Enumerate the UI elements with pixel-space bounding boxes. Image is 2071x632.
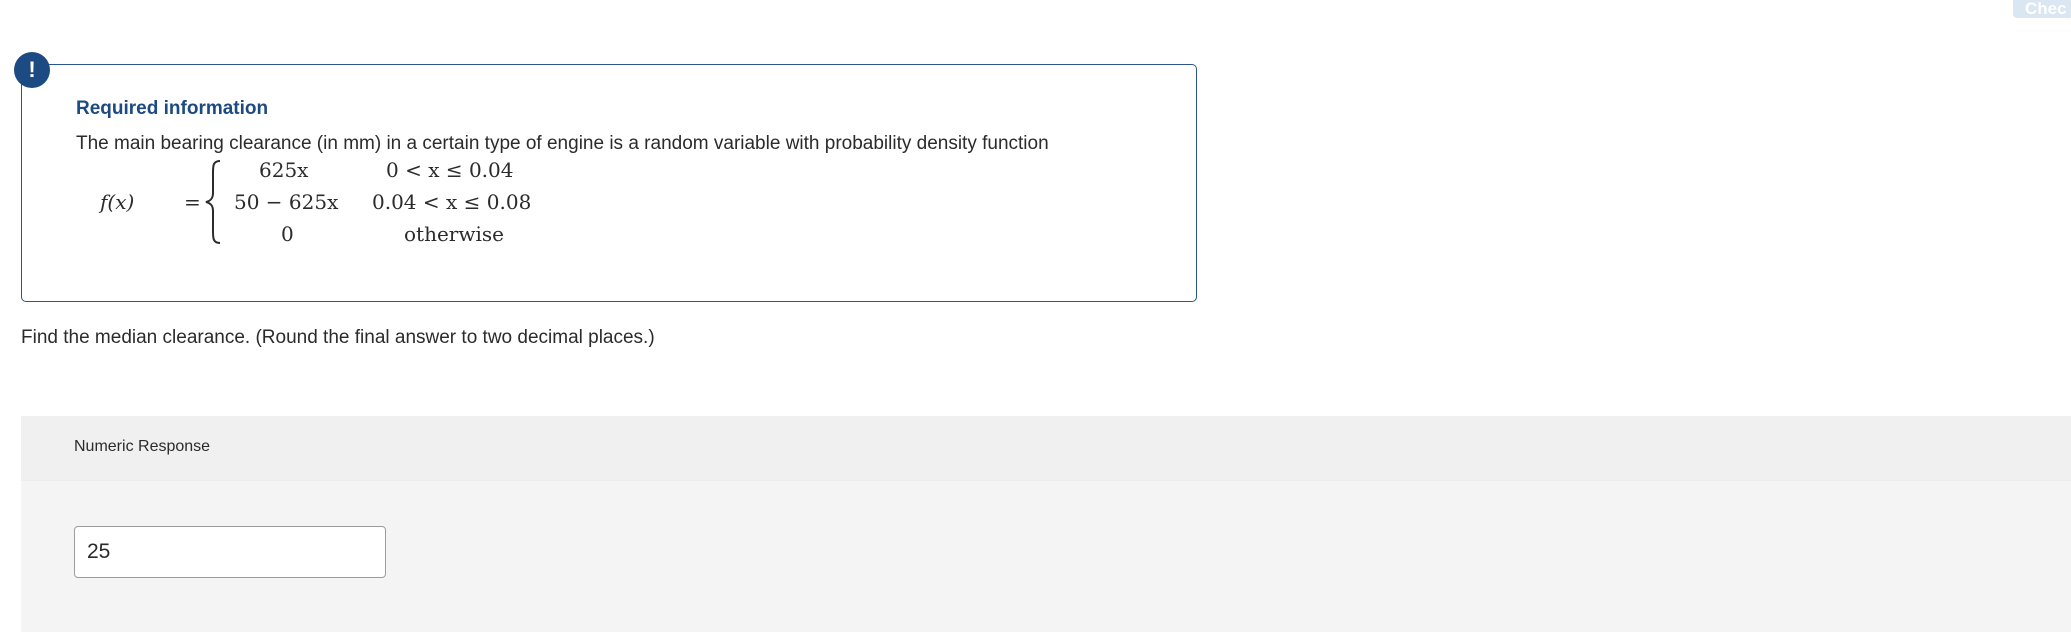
case-2-expression: 50 − 625x — [234, 190, 339, 214]
response-header: Numeric Response — [21, 416, 2071, 481]
info-alert-icon: ! — [14, 52, 50, 88]
case-3-condition: otherwise — [404, 222, 504, 246]
case-1-expression: 625x — [259, 158, 309, 182]
case-2-condition: 0.04 < x ≤ 0.08 — [372, 190, 532, 214]
left-brace-icon — [205, 160, 221, 244]
info-text: The main bearing clearance (in mm) in a … — [76, 133, 1049, 154]
question-prompt: Find the median clearance. (Round the fi… — [21, 327, 655, 348]
case-1-condition: 0 < x ≤ 0.04 — [386, 158, 514, 182]
numeric-response-panel: Numeric Response — [21, 416, 2071, 632]
pdf-formula: f(x) = 625x 0 < x ≤ 0.04 50 − 625x 0.04 … — [76, 153, 531, 253]
required-information-box: Required information The main bearing cl… — [21, 64, 1197, 302]
check-button[interactable]: Chec — [2013, 0, 2071, 18]
info-title: Required information — [76, 98, 269, 119]
formula-equals: = — [184, 190, 201, 214]
case-3-expression: 0 — [281, 222, 294, 246]
formula-lhs: f(x) — [100, 190, 135, 214]
numeric-answer-input[interactable] — [74, 526, 386, 578]
page: Chec ! Required information The main bea… — [0, 0, 2071, 632]
response-label: Numeric Response — [74, 438, 211, 455]
